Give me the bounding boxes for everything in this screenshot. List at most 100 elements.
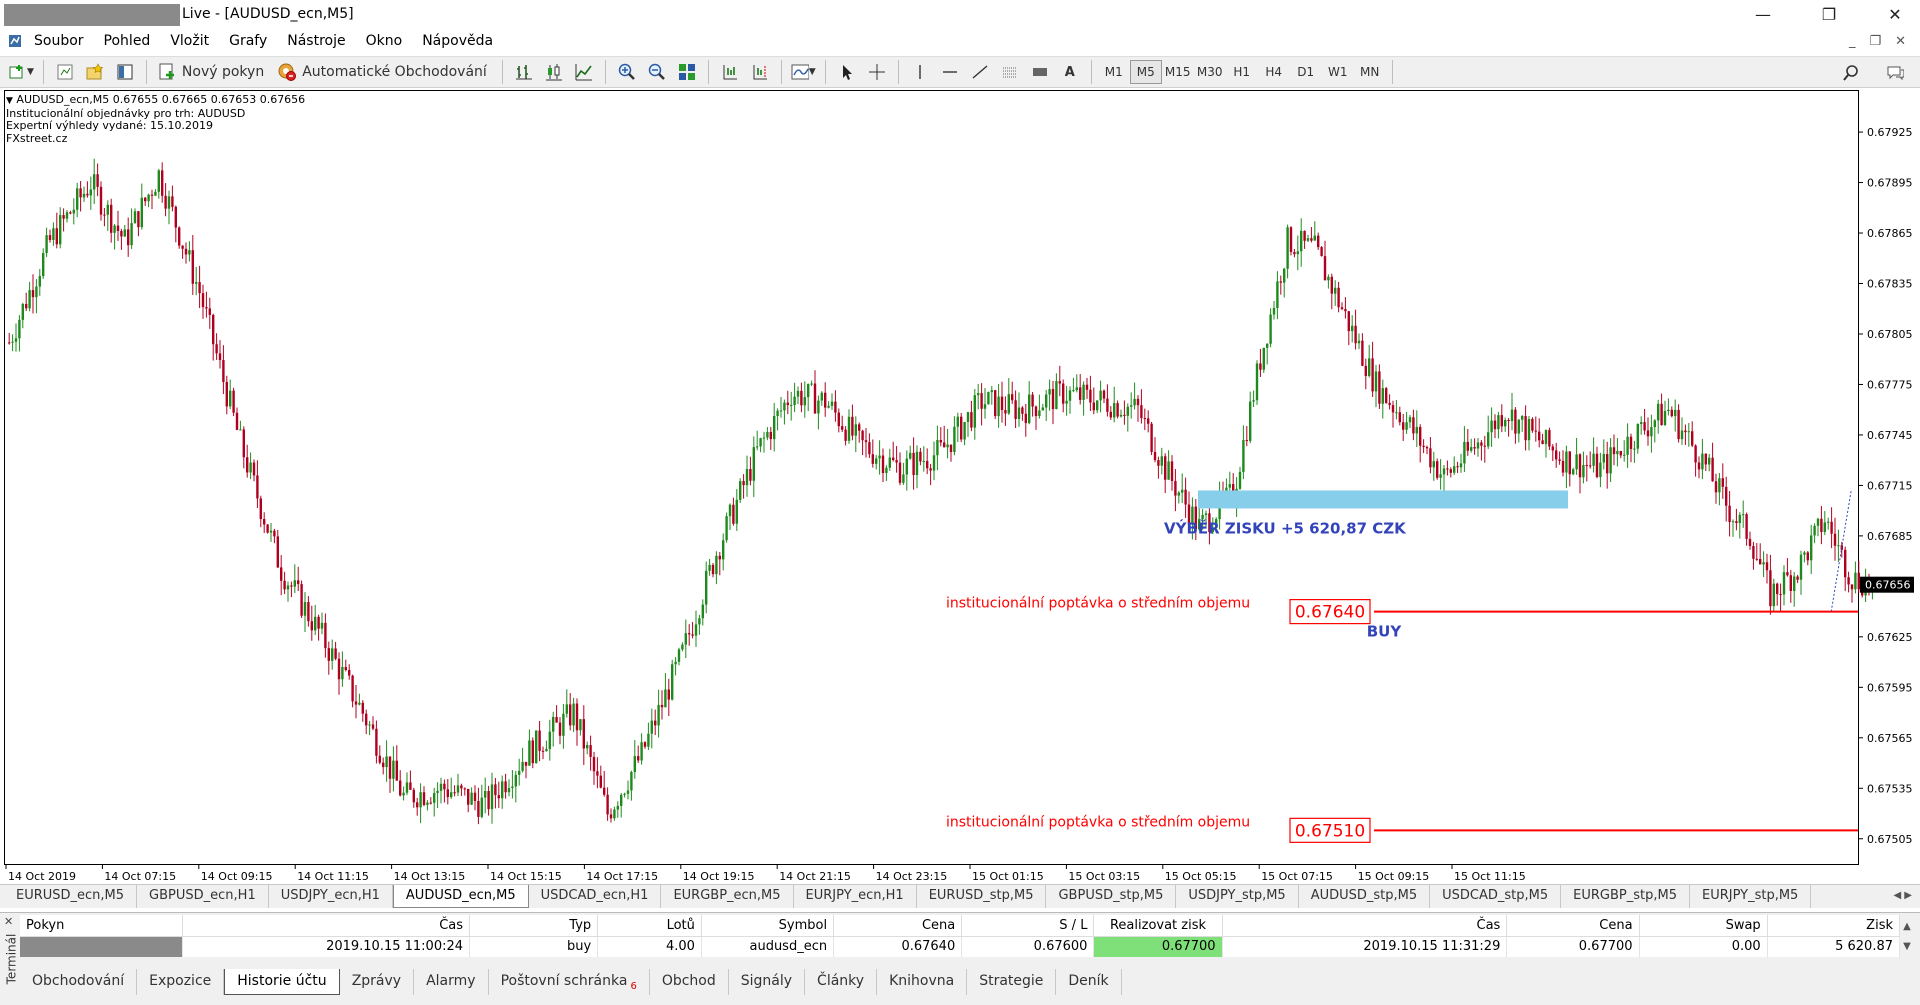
terminal-tab[interactable]: Zprávy <box>340 969 415 995</box>
chart-restore-icon[interactable]: ❐ <box>1869 34 1881 49</box>
close-button[interactable]: ✕ <box>1872 0 1918 28</box>
terminal-tab[interactable]: Články <box>805 969 878 995</box>
candle-body <box>62 215 65 219</box>
timeframe-w1[interactable]: W1 <box>1322 60 1354 84</box>
scroll-up-icon[interactable]: ▲ <box>1900 917 1914 937</box>
candle-body <box>586 745 589 749</box>
vertical-line-button[interactable] <box>907 59 933 85</box>
candle-body <box>1640 422 1643 424</box>
timeframe-d1[interactable]: D1 <box>1290 60 1322 84</box>
new-chart-button[interactable]: ▼ <box>8 59 35 85</box>
timeframe-mn[interactable]: MN <box>1354 60 1386 84</box>
col-price[interactable]: Cena <box>833 915 963 937</box>
menu-pohled[interactable]: Pohled <box>94 29 161 53</box>
terminal-tab[interactable]: Alarmy <box>414 969 489 995</box>
menu-grafy[interactable]: Grafy <box>219 29 277 53</box>
col-time[interactable]: Čas <box>182 915 471 937</box>
timeframe-m5[interactable]: M5 <box>1129 60 1162 84</box>
col-lots[interactable]: Lotů <box>597 915 702 937</box>
col-type[interactable]: Typ <box>469 915 599 937</box>
price-chart[interactable]: 0.67925 0.67895 0.67865 0.67835 0.67805 0.677… <box>4 90 1918 882</box>
text-label-button[interactable]: A <box>1057 59 1083 85</box>
timeframe-m30[interactable]: M30 <box>1194 60 1226 84</box>
search-button[interactable] <box>1838 60 1864 86</box>
symbol-tab[interactable]: EURUSD_stp,M5 <box>917 885 1047 908</box>
horizontal-line-button[interactable] <box>937 59 963 85</box>
trendline-button[interactable] <box>967 59 993 85</box>
symbol-tab[interactable]: USDCAD_stp,M5 <box>1430 885 1562 908</box>
symbol-tab[interactable]: USDCAD_ecn,H1 <box>529 885 662 908</box>
cursor-button[interactable] <box>834 59 860 85</box>
symbol-tab[interactable]: EURJPY_ecn,H1 <box>794 885 917 908</box>
chart-shift-button[interactable] <box>747 59 773 85</box>
terminal-tab[interactable]: Signály <box>729 969 806 995</box>
terminal-tab[interactable]: Obchodování <box>20 969 138 995</box>
chart-close-icon[interactable]: ✕ <box>1895 34 1906 49</box>
candlestick-button[interactable] <box>541 59 567 85</box>
timeframe-h4[interactable]: H4 <box>1258 60 1290 84</box>
col-sl[interactable]: S / L <box>961 915 1095 937</box>
chart-collapse-icon[interactable]: ▼ <box>6 96 13 106</box>
col-close-time[interactable]: Čas <box>1222 915 1508 937</box>
symbol-tab[interactable]: GBPUSD_ecn,H1 <box>137 885 269 908</box>
zoom-in-button[interactable] <box>614 59 640 85</box>
col-order[interactable]: Pokyn <box>20 915 184 937</box>
candle-body <box>1691 431 1694 446</box>
tab-scroll-arrows-icon[interactable]: ◀ ▶ <box>1885 885 1920 908</box>
symbol-tab[interactable]: EURGBP_stp,M5 <box>1561 885 1690 908</box>
timeframe-m15[interactable]: M15 <box>1162 60 1194 84</box>
chart-minimize-icon[interactable]: _ <box>1849 34 1856 49</box>
menu-vlozit[interactable]: Vložit <box>160 29 219 53</box>
indicators-button[interactable]: ▼ <box>790 59 817 85</box>
chart-ohlc-line: AUDUSD_ecn,M5 0.67655 0.67665 0.67653 0.… <box>16 93 306 106</box>
menu-nastroje[interactable]: Nástroje <box>277 29 355 53</box>
market-watch-button[interactable] <box>52 59 78 85</box>
restore-button[interactable]: ❐ <box>1806 0 1852 28</box>
auto-scroll-button[interactable] <box>717 59 743 85</box>
symbol-tab[interactable]: AUDUSD_stp,M5 <box>1299 885 1431 908</box>
minimize-button[interactable]: — <box>1740 0 1786 28</box>
terminal-tab[interactable]: Obchod <box>650 969 729 995</box>
scroll-down-icon[interactable]: ▼ <box>1900 937 1914 957</box>
candle-body <box>1473 447 1476 449</box>
symbol-tab[interactable]: USDJPY_stp,M5 <box>1176 885 1299 908</box>
symbol-tab[interactable]: EURUSD_ecn,M5 <box>4 885 138 908</box>
line-chart-button[interactable] <box>571 59 597 85</box>
terminal-tab[interactable]: Historie účtu <box>224 969 340 995</box>
col-swap[interactable]: Swap <box>1639 915 1768 937</box>
rectangle-button[interactable] <box>1027 59 1053 85</box>
terminal-tab[interactable]: Strategie <box>967 969 1057 995</box>
symbol-tab[interactable]: GBPUSD_stp,M5 <box>1046 885 1177 908</box>
menu-okno[interactable]: Okno <box>356 29 413 53</box>
auto-trading-button[interactable]: Automatické Obchodování <box>275 59 494 85</box>
col-symbol[interactable]: Symbol <box>701 915 835 937</box>
col-close-price[interactable]: Cena <box>1506 915 1640 937</box>
col-profit[interactable]: Zisk <box>1767 915 1901 937</box>
timeframe-m1[interactable]: M1 <box>1098 60 1130 84</box>
favorites-button[interactable] <box>82 59 108 85</box>
candle-body <box>8 342 11 344</box>
col-tp[interactable]: Realizovat zisk <box>1093 915 1223 937</box>
timeframe-h1[interactable]: H1 <box>1226 60 1258 84</box>
channel-button[interactable] <box>997 59 1023 85</box>
symbol-tab[interactable]: EURGBP_ecn,M5 <box>661 885 794 908</box>
table-row[interactable]: 2019.10.15 11:00:24 buy 4.00 audusd_ecn … <box>20 936 1901 957</box>
candle-body <box>973 395 976 428</box>
symbol-tab[interactable]: EURJPY_stp,M5 <box>1690 885 1812 908</box>
terminal-scrollbar[interactable]: ▲ ▼ <box>1900 917 1914 957</box>
chat-button[interactable] <box>1882 60 1908 86</box>
terminal-tab[interactable]: Expozice <box>137 969 225 995</box>
symbol-tab[interactable]: USDJPY_ecn,H1 <box>269 885 393 908</box>
menu-napoveda[interactable]: Nápověda <box>412 29 503 53</box>
zoom-out-button[interactable] <box>644 59 670 85</box>
menu-soubor[interactable]: Soubor <box>24 29 94 53</box>
terminal-tab[interactable]: Knihovna <box>877 969 968 995</box>
terminal-tab[interactable]: Poštovní schránka 6 <box>489 969 650 995</box>
bar-chart-button[interactable] <box>511 59 537 85</box>
new-order-button[interactable]: Nový pokyn <box>155 59 271 85</box>
symbol-tab[interactable]: AUDUSD_ecn,M5 <box>392 885 529 908</box>
tile-windows-button[interactable] <box>674 59 700 85</box>
terminal-tab[interactable]: Deník <box>1056 969 1122 995</box>
crosshair-button[interactable] <box>864 59 890 85</box>
navigator-button[interactable] <box>112 59 138 85</box>
